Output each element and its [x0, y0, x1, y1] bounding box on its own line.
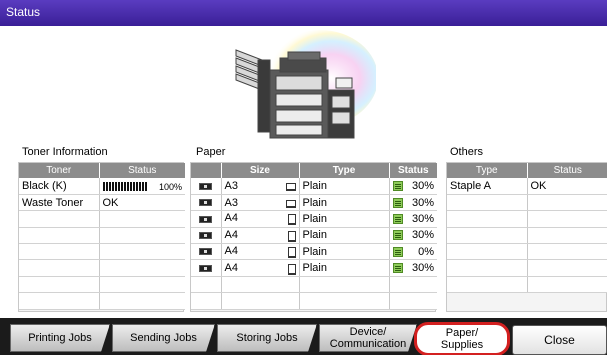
paper-header-type: Type [299, 163, 390, 178]
paper-size: A4 [224, 261, 238, 274]
others-status: OK [527, 178, 607, 195]
paper-level-icon [392, 263, 403, 274]
window-title: Status [6, 5, 41, 19]
paper-portrait-icon [287, 230, 296, 242]
paper-landscape-icon [285, 199, 296, 208]
paper-size: A4 [224, 228, 238, 241]
table-row: Black (K) 100% [19, 178, 185, 195]
paper-panel: Size Type Status A3 Plain 30% A3 Plain 3… [190, 162, 437, 312]
paper-level-icon [392, 246, 403, 257]
paper-section-title: Paper [196, 146, 226, 158]
toner-panel: Toner Status Black (K) 100% Waste Toner … [18, 162, 185, 312]
paper-portrait-icon [287, 263, 296, 275]
tab-device-communication[interactable]: Device/ Communication [319, 324, 417, 352]
paper-portrait-icon [287, 214, 296, 226]
paper-type: Plain [299, 194, 390, 212]
toner-name: Waste Toner [19, 194, 100, 212]
tab-sending-jobs[interactable]: Sending Jobs [112, 324, 215, 352]
paper-header-tray [191, 163, 222, 178]
paper-size: A4 [224, 245, 238, 258]
others-header-type: Type [447, 163, 528, 178]
tray-icon [199, 199, 213, 207]
toner-name: Black (K) [19, 178, 100, 195]
paper-type: Plain [299, 259, 390, 277]
table-row: A3 Plain 30% [191, 178, 437, 195]
tray-icon [199, 231, 213, 239]
tray-icon [199, 248, 213, 256]
tab-printing-jobs[interactable]: Printing Jobs [10, 324, 110, 352]
paper-portrait-icon [287, 247, 296, 259]
paper-level-icon [392, 214, 403, 225]
paper-size: A4 [224, 212, 238, 225]
paper-size: A3 [224, 196, 238, 209]
table-row: A4 Plain 30% [191, 259, 437, 277]
paper-header-size: Size [221, 163, 300, 178]
paper-type: Plain [299, 210, 390, 228]
paper-status: 0% [418, 245, 434, 258]
table-row: Waste Toner OK [19, 194, 185, 212]
paper-level-icon [392, 197, 403, 208]
others-section-title: Others [450, 146, 484, 158]
tray-icon [199, 182, 213, 190]
paper-status: 30% [411, 262, 434, 275]
paper-level-icon [392, 230, 403, 241]
toner-level-text: 100% [158, 181, 182, 192]
title-bar: Status [0, 0, 607, 26]
printer-illustration-icon [235, 30, 376, 139]
table-row: A4 Plain 0% [191, 243, 437, 261]
tab-storing-jobs[interactable]: Storing Jobs [217, 324, 317, 352]
tray-icon [199, 215, 213, 223]
close-button[interactable]: Close [512, 325, 607, 355]
paper-type: Plain [299, 178, 390, 195]
tray-icon [199, 264, 213, 272]
paper-status: 30% [411, 212, 434, 225]
paper-status: 30% [411, 196, 434, 209]
paper-status: 30% [411, 229, 434, 242]
paper-status: 30% [411, 179, 434, 192]
paper-landscape-icon [285, 182, 296, 191]
table-row: A4 Plain 30% [191, 227, 437, 245]
paper-type: Plain [299, 243, 390, 261]
paper-type: Plain [299, 227, 390, 245]
tab-paper-supplies[interactable]: Paper/ Supplies [414, 322, 510, 355]
others-header-status: Status [527, 163, 607, 178]
others-type: Staple A [447, 178, 528, 195]
paper-level-icon [392, 181, 403, 192]
toner-header-status: Status [99, 163, 185, 178]
paper-header-status: Status [389, 163, 437, 178]
table-row: A4 Plain 30% [191, 210, 437, 228]
toner-section-title: Toner Information [22, 146, 108, 158]
others-panel: Type Status Staple A OK [446, 162, 607, 312]
paper-size: A3 [224, 179, 238, 192]
table-row: A3 Plain 30% [191, 194, 437, 212]
toner-status: OK [99, 194, 185, 212]
toner-level-bar [102, 181, 147, 191]
toner-header-toner: Toner [19, 163, 100, 178]
table-row: Staple A OK [447, 178, 607, 195]
